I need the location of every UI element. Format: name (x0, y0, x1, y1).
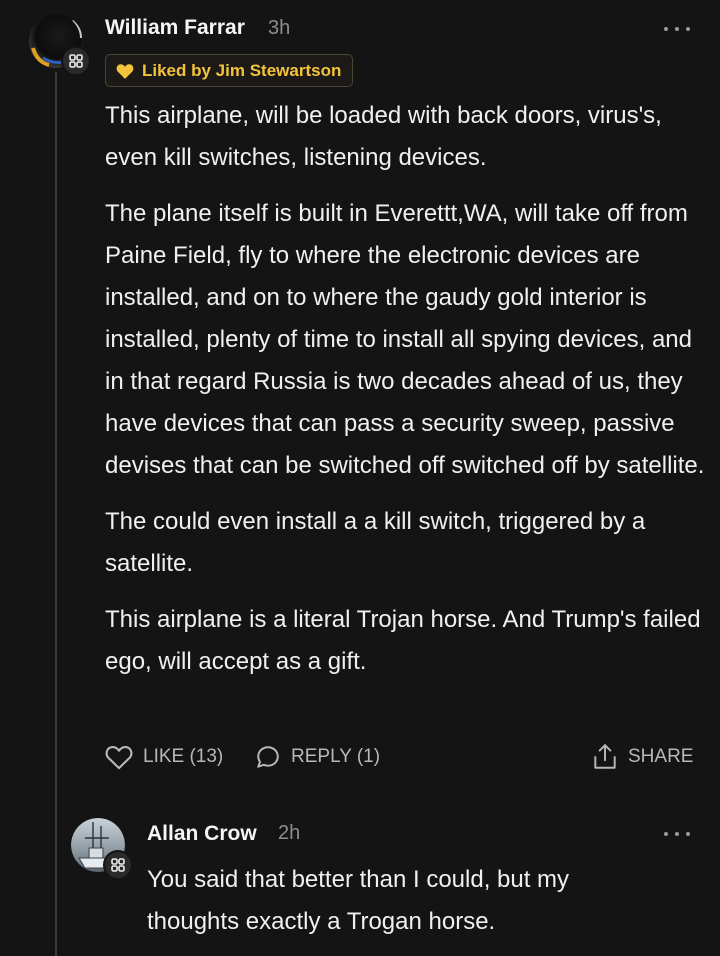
reply-author[interactable]: Allan Crow (147, 822, 257, 846)
comment-paragraph: This airplane is a literal Trojan horse.… (105, 606, 701, 675)
more-options-icon[interactable] (664, 25, 690, 33)
subscriber-badge-icon (103, 850, 133, 880)
comment-body: This airplane, will be loaded with back … (105, 95, 705, 683)
comment-bubble-icon (257, 746, 279, 768)
avatar-allan-crow[interactable] (71, 818, 133, 880)
comment-paragraph: This airplane, will be loaded with back … (105, 102, 662, 171)
more-options-icon[interactable] (664, 830, 690, 838)
comment-time: 3h (268, 17, 291, 39)
reply-time: 2h (278, 822, 301, 844)
share-icon (594, 744, 616, 769)
reply-label: REPLY (1) (291, 746, 381, 767)
liked-by-text: Liked by Jim Stewartson (142, 60, 342, 80)
comment-author[interactable]: William Farrar (105, 16, 245, 40)
subscriber-badge-icon (61, 46, 91, 76)
thread-line (55, 72, 57, 956)
avatar-william-farrar[interactable] (29, 14, 91, 76)
heart-icon (105, 746, 133, 770)
like-label: LIKE (13) (143, 746, 224, 767)
share-button[interactable]: SHARE (592, 742, 693, 772)
reply-body: You said that better than I could, but m… (147, 859, 667, 943)
like-button[interactable]: LIKE (13) (105, 742, 223, 772)
comment-paragraph: The could even install a a kill switch, … (105, 508, 646, 577)
reply-button[interactable]: REPLY (1) (255, 742, 380, 772)
liked-by-badge: Liked by Jim Stewartson (105, 54, 354, 87)
reply-paragraph: You said that better than I could, but m… (147, 866, 570, 935)
comment-paragraph: The plane itself is built in Everettt,WA… (105, 200, 705, 479)
heart-icon (116, 63, 134, 79)
share-label: SHARE (628, 746, 694, 767)
